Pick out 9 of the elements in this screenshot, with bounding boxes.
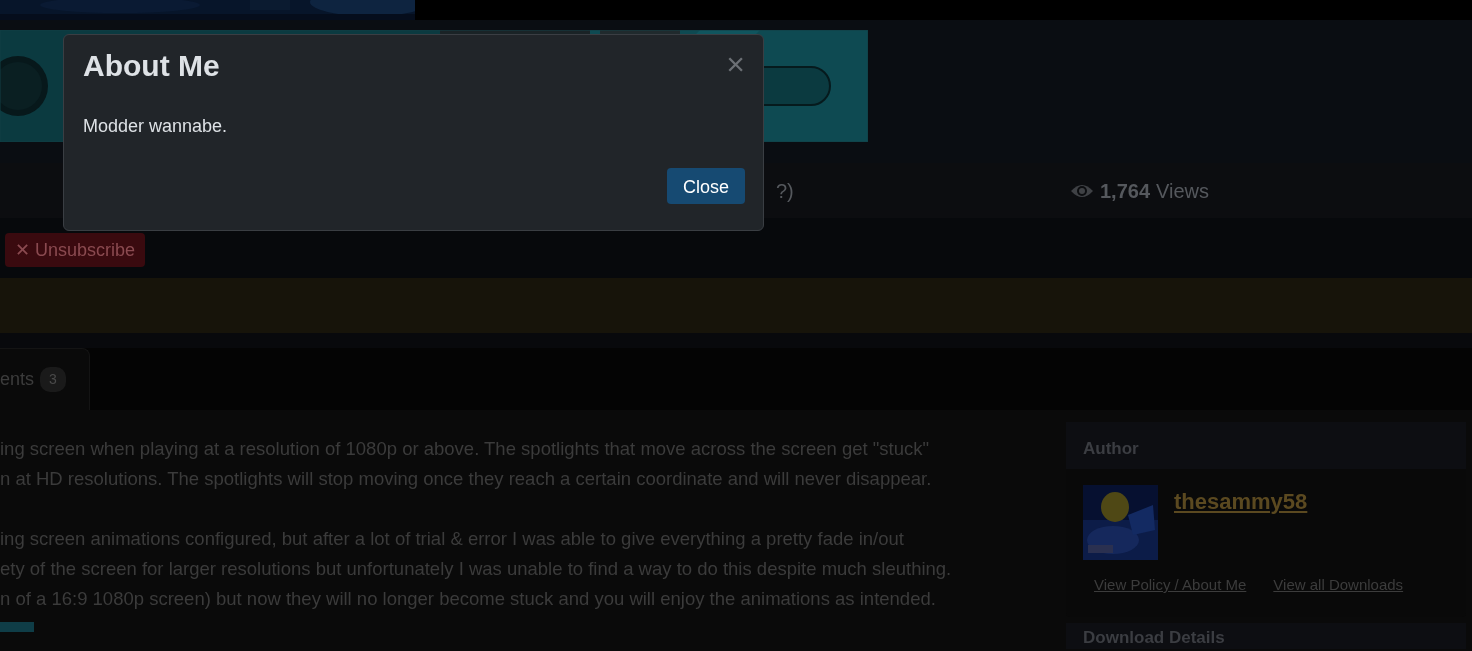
- action-button[interactable]: [0, 622, 34, 632]
- modal-text: Modder wannabe.: [83, 116, 228, 136]
- views-count: 1,764: [1100, 178, 1151, 204]
- modal-title: About Me: [83, 48, 220, 84]
- unsubscribe-button[interactable]: ✕ Unsubscribe: [5, 233, 146, 267]
- stat-text: ?): [776, 178, 795, 204]
- close-button[interactable]: Close: [666, 168, 745, 204]
- views-label: Views: [1156, 178, 1210, 204]
- author-link[interactable]: thesammy58: [1174, 485, 1308, 560]
